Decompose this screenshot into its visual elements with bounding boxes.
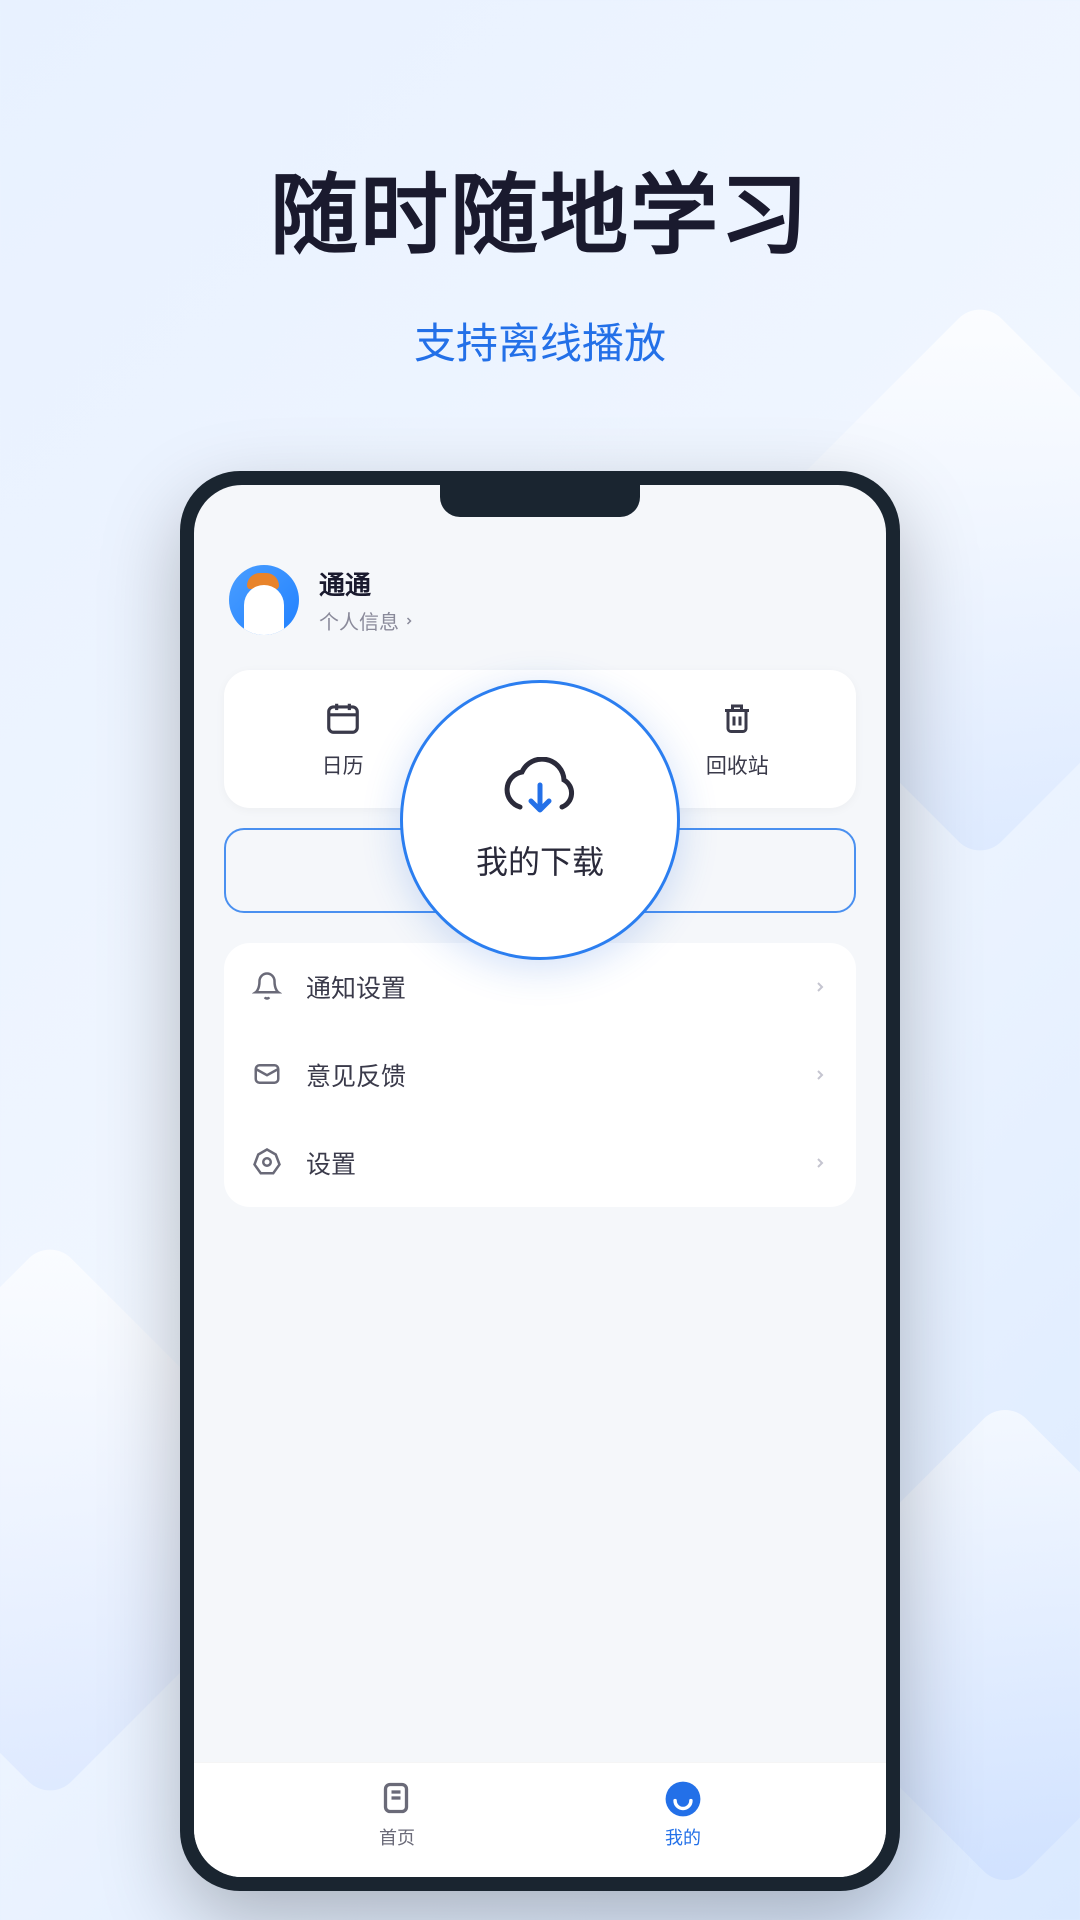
menu-item-settings[interactable]: 设置 [224,1119,856,1207]
user-info: 通通 个人信息 [319,565,415,635]
download-feature-highlight[interactable]: 我的下载 [400,680,680,960]
calendar-icon [323,698,363,738]
phone-notch [440,485,640,517]
phone-screen: 通通 个人信息 日历 · [194,485,886,1877]
avatar-figure-decoration [244,585,284,635]
menu-settings-label: 设置 [306,1145,790,1181]
chevron-right-icon [403,615,415,627]
menu-item-feedback[interactable]: 意见反馈 [224,1031,856,1119]
avatar[interactable] [229,565,299,635]
nav-home-label: 首页 [379,1824,415,1850]
cloud-download-icon [500,757,580,819]
nav-mine-label: 我的 [665,1824,701,1850]
promo-header: 随时随地学习 支持离线播放 [0,0,1080,371]
user-name: 通通 [319,565,415,602]
promo-subtitle: 支持离线播放 [0,310,1080,371]
chevron-right-icon [812,979,828,995]
shortcut-trash-label: 回收站 [706,750,769,780]
chevron-right-icon [812,1067,828,1083]
promo-title: 随时随地学习 [0,145,1080,272]
mail-icon [252,1059,284,1091]
trash-icon [717,698,757,738]
phone-mockup: 通通 个人信息 日历 · [180,471,900,1891]
chevron-right-icon [812,1155,828,1171]
download-label: 我的下载 [476,837,604,883]
profile-link[interactable]: 个人信息 [319,606,415,635]
nav-home[interactable]: 首页 [378,1780,416,1850]
phone-frame: 通通 个人信息 日历 · [180,471,900,1891]
document-icon [378,1780,416,1818]
gear-icon [252,1147,284,1179]
bottom-nav: 首页 我的 [194,1762,886,1877]
smile-icon [664,1780,702,1818]
menu-notifications-label: 通知设置 [306,969,790,1005]
menu-list: 通知设置 意见反馈 设置 [224,943,856,1207]
profile-link-label: 个人信息 [319,606,399,635]
menu-feedback-label: 意见反馈 [306,1057,790,1093]
bell-icon [252,971,284,1003]
nav-mine[interactable]: 我的 [664,1780,702,1850]
shortcut-calendar-label: 日历 [322,750,364,780]
